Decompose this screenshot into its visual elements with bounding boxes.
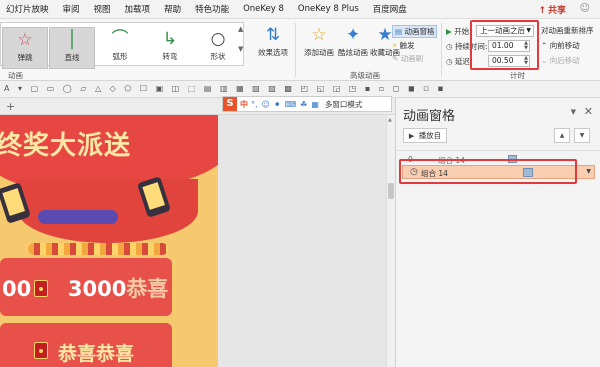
gallery-item-bounce[interactable]: ☆ 弹跳	[2, 27, 48, 69]
turn-path-icon: ↳	[162, 29, 178, 49]
vertical-scrollbar[interactable]: ▲	[386, 115, 395, 367]
pane-divider	[396, 150, 600, 151]
pane-icon: ▤	[395, 27, 403, 36]
scroll-up-icon[interactable]: ▲	[388, 117, 392, 123]
ribbon-separator	[441, 23, 442, 77]
close-icon[interactable]: ✕	[584, 105, 593, 118]
menu-special[interactable]: 特色功能	[195, 3, 229, 15]
toolbox-icon[interactable]: ▦	[311, 100, 319, 109]
effect-options-button[interactable]: ⇅ 效果选项	[250, 23, 296, 65]
gallery-scroll-icon[interactable]: ▲	[238, 25, 243, 33]
animation-gallery: ☆ 弹跳 │ 直线 ⌒ 弧形 ↳ 转弯 ○ 形状	[0, 22, 244, 69]
delay-clock-icon: ◷	[446, 57, 453, 66]
trigger-button[interactable]: ⚡ 触发	[392, 40, 415, 51]
menu-onekey8[interactable]: OneKey 8	[243, 4, 284, 14]
gallery-item-turn[interactable]: ↳ 转弯	[147, 27, 193, 69]
arrow-down-icon: ⌄	[541, 56, 548, 65]
slide-card-text: 00 3000恭喜	[2, 277, 169, 301]
start-label: ▶ 开始:	[446, 27, 472, 36]
multi-window-mode[interactable]: 多窗口模式	[325, 99, 363, 110]
gallery-item-line[interactable]: │ 直线	[49, 27, 95, 69]
gallery-more-icon[interactable]: ▼	[238, 45, 243, 53]
skin-icon[interactable]: ☘	[300, 100, 307, 109]
effect-options-icon: ⇅	[265, 25, 281, 45]
menu-addins[interactable]: 加载项	[125, 3, 151, 15]
input-mode-toggle[interactable]: 中	[240, 99, 248, 110]
clock-icon: ◷	[446, 42, 453, 51]
group-label-animation: 动画	[8, 71, 23, 80]
pane-title: 动画窗格	[403, 109, 456, 124]
gallery-item-arc[interactable]: ⌒ 弧形	[97, 27, 143, 69]
emoji-icon[interactable]: ☺	[262, 100, 270, 109]
move-down-button[interactable]: ▼	[574, 128, 590, 143]
menu-help[interactable]: 帮助	[164, 3, 181, 15]
play-icon: ▶	[408, 132, 415, 140]
menu-view[interactable]: 视图	[94, 3, 111, 15]
slide-purple-bar	[38, 210, 118, 224]
slide-coins	[28, 243, 168, 255]
bounce-star-icon: ☆	[17, 30, 33, 50]
keyboard-icon[interactable]: ⌨	[285, 100, 297, 109]
group-label-advanced: 高级动画	[350, 71, 380, 80]
feedback-smiley-icon[interactable]: ☺	[580, 3, 590, 14]
reorder-label: 对动画重新排序	[541, 26, 594, 35]
pane-options-icon[interactable]: ▼	[571, 108, 576, 116]
selected-row-highlight	[399, 159, 577, 184]
scroll-thumb[interactable]	[388, 183, 394, 199]
slide-banner-text: 终奖大派送	[0, 131, 132, 161]
menu-review[interactable]: 审阅	[63, 3, 80, 15]
move-up-button[interactable]: ▲	[554, 128, 570, 143]
move-earlier-button[interactable]: ⌃ 向前移动	[541, 40, 580, 51]
arrow-up-icon: ⌃	[541, 41, 548, 50]
menu-bar: 幻灯片放映 审阅 视图 加载项 帮助 特色功能 OneKey 8 OneKey …	[0, 0, 600, 19]
slide-workspace	[218, 115, 386, 367]
add-tab-icon[interactable]: +	[6, 100, 15, 113]
menu-slideshow[interactable]: 幻灯片放映	[6, 3, 49, 15]
menu-baidu-netdisk[interactable]: 百度网盘	[373, 3, 407, 15]
slide-card-text: 恭喜恭喜	[58, 343, 135, 365]
gallery-item-shape[interactable]: ○ 形状	[195, 27, 241, 69]
sogou-ime-bar: S 中 °, ☺ ⚫ ⌨ ☘ ▦ 多窗口模式	[222, 96, 392, 112]
chevron-down-icon[interactable]: ▼	[586, 168, 591, 175]
delay-label: ◷ 延迟:	[446, 57, 473, 66]
trigger-icon: ⚡	[392, 41, 398, 50]
shape-path-icon: ○	[210, 29, 226, 49]
animation-pane-toggle[interactable]: ▤ 动画窗格	[392, 25, 438, 38]
punctuation-icon[interactable]: °,	[251, 100, 258, 109]
animation-pane: 动画窗格 ▼ ✕ ▶ 播放自 ▲ ▼ 0 组合 14 ◷ 组合 14 ▼	[395, 98, 600, 367]
group-label-timing: 计时	[510, 71, 525, 80]
menu-onekey8plus[interactable]: OneKey 8 Plus	[298, 4, 359, 14]
move-later-button[interactable]: ⌄ 向后移动	[541, 55, 580, 66]
play-triangle-icon: ▶	[446, 27, 452, 36]
slide-canvas[interactable]: 终奖大派送 00 3000恭喜 恭喜恭喜	[0, 115, 218, 367]
animation-painter-button[interactable]: ✎ 动画刷	[392, 53, 423, 64]
ribbon: ☆ 弹跳 │ 直线 ⌒ 弧形 ↳ 转弯 ○ 形状 ▲ ▼ ⇅ 效果选项 动画 ☆…	[0, 19, 600, 81]
arc-path-icon: ⌒	[111, 29, 129, 49]
line-path-icon: │	[66, 30, 78, 50]
play-from-button[interactable]: ▶ 播放自	[403, 128, 447, 143]
sogou-logo-icon[interactable]: S	[223, 97, 237, 111]
share-button[interactable]: 共享	[538, 3, 566, 16]
timing-highlight	[470, 20, 539, 70]
red-envelope-icon	[34, 342, 48, 359]
mic-icon[interactable]: ⚫	[274, 100, 281, 109]
painter-icon: ✎	[392, 54, 399, 63]
